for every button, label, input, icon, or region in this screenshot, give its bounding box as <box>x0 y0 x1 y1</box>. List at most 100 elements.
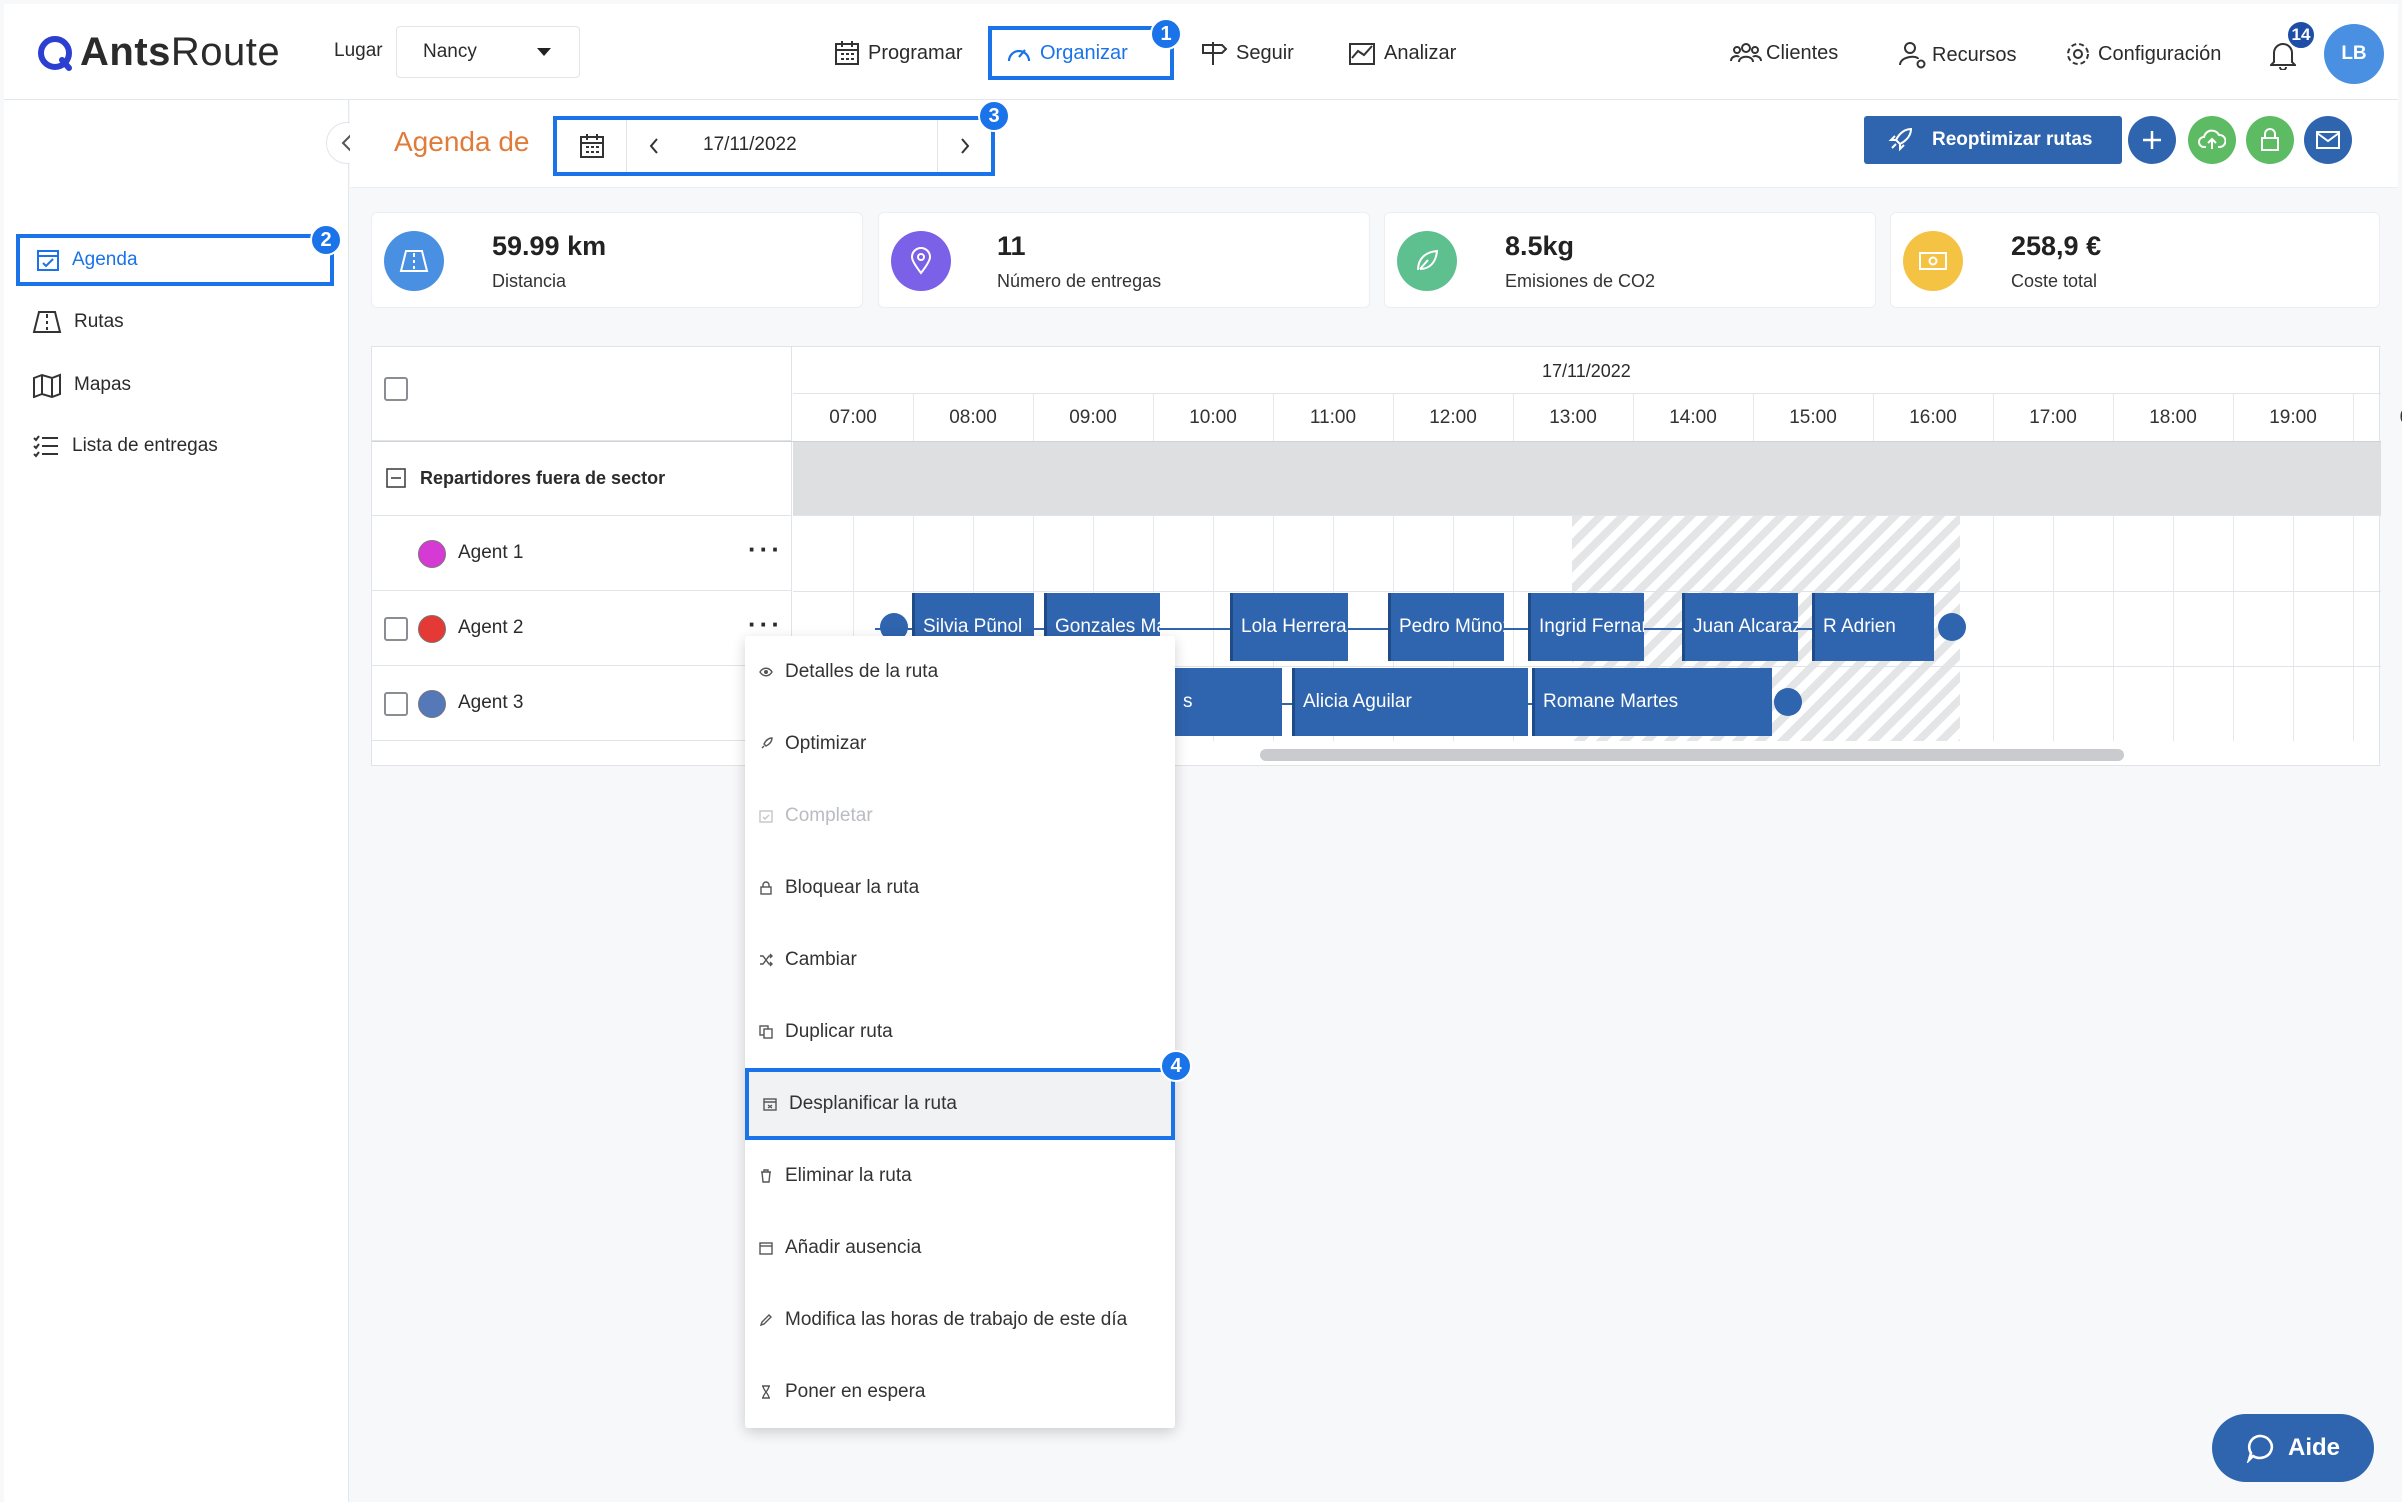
agent-checkbox[interactable] <box>384 692 408 716</box>
half-hour-gridline <box>2053 516 2054 741</box>
sidebar-item-agenda[interactable]: Agenda <box>16 234 334 286</box>
more-options-icon[interactable]: ··· <box>748 534 783 565</box>
agent-row-3[interactable]: Agent 3 <box>372 666 792 741</box>
stat-value: 59.99 km <box>492 231 607 261</box>
route-end-dot[interactable] <box>1774 688 1802 716</box>
email-button[interactable] <box>2304 116 2352 164</box>
collapse-group-icon[interactable] <box>386 468 406 488</box>
agent-row-1[interactable]: Agent 1 ··· <box>372 516 792 591</box>
hours-row: 07:00 08:00 09:00 10:00 11:00 12:00 13:00 14:00… <box>793 393 2402 441</box>
menu-item-completar: Completar <box>745 780 1175 852</box>
chat-bubble-icon <box>2246 1434 2274 1463</box>
hour-label: 07:00 <box>829 407 877 428</box>
stat-card-deliveries: 11 Número de entregas <box>878 212 1370 308</box>
menu-item-desplanificar[interactable]: Desplanificar la ruta <box>745 1068 1175 1140</box>
grid-corner <box>372 347 792 441</box>
nav-configuracion[interactable]: Configuración <box>2064 40 2221 68</box>
calendar-button[interactable] <box>557 120 627 172</box>
reoptimize-label: Reoptimizar rutas <box>1932 129 2093 150</box>
lock-button[interactable] <box>2246 116 2294 164</box>
stop-bar[interactable]: Lola Herrera <box>1230 593 1348 661</box>
top-navbar: AntsRoute Lugar Nancy Programar Organiza… <box>4 4 2398 100</box>
nav-organizar[interactable]: Organizar <box>988 26 1174 80</box>
nav-analizar-label: Analizar <box>1384 41 1457 64</box>
lock-icon <box>760 881 772 895</box>
checklist-icon <box>33 435 58 458</box>
date-value[interactable]: 17/11/2022 <box>703 134 797 156</box>
nav-clientes[interactable]: Clientes <box>1730 40 1838 66</box>
menu-item-optimizar[interactable]: Optimizar <box>745 708 1175 780</box>
stat-value: 258,9 € <box>2011 231 2102 261</box>
lugar-value: Nancy <box>423 41 477 62</box>
map-pin-icon <box>33 373 61 398</box>
nav-programar[interactable]: Programar <box>834 40 962 66</box>
menu-item-label: Desplanificar la ruta <box>789 1093 957 1114</box>
lock-icon <box>2261 128 2279 151</box>
half-hour-gridline <box>2353 516 2354 741</box>
prev-day-button[interactable] <box>629 120 679 172</box>
menu-item-ausencia[interactable]: Añadir ausencia <box>745 1212 1175 1284</box>
hour-label: 14:00 <box>1669 407 1717 428</box>
stop-bar[interactable]: Juan Alcaraz <box>1682 593 1798 661</box>
menu-item-duplicar[interactable]: Duplicar ruta <box>745 996 1175 1068</box>
menu-item-label: Cambiar <box>785 949 857 970</box>
nav-seguir[interactable]: Seguir <box>1200 40 1294 66</box>
hour-label: 18:00 <box>2149 407 2197 428</box>
agent-checkbox[interactable] <box>384 617 408 641</box>
calendar-grid-icon <box>835 41 859 65</box>
row-divider <box>793 591 2381 592</box>
sidebar-item-mapas[interactable]: Mapas <box>32 372 131 398</box>
shuffle-icon <box>760 953 773 967</box>
nav-analizar[interactable]: Analizar <box>1348 40 1456 66</box>
help-chat-button[interactable]: Aide <box>2212 1414 2374 1482</box>
menu-item-bloquear[interactable]: Bloquear la ruta <box>745 852 1175 924</box>
nav-recursos[interactable]: Recursos <box>1898 40 2016 70</box>
stat-value: 11 <box>997 231 1026 261</box>
add-button[interactable] <box>2128 116 2176 164</box>
menu-item-label: Completar <box>785 805 873 826</box>
stop-bar[interactable]: R Adrien <box>1812 593 1934 661</box>
callout-1: 1 <box>1150 18 1182 50</box>
nav-programar-label: Programar <box>868 41 963 64</box>
calendar-icon <box>759 1242 773 1255</box>
analytics-chart-icon <box>1349 43 1375 65</box>
calendar-check-icon <box>759 810 773 823</box>
help-label: Aide <box>2288 1434 2341 1461</box>
route-end-dot[interactable] <box>1938 613 1966 641</box>
avatar[interactable]: LB <box>2324 24 2384 84</box>
select-all-checkbox[interactable] <box>384 377 408 401</box>
sidebar-item-rutas[interactable]: Rutas <box>32 310 124 334</box>
money-icon <box>1903 231 1963 291</box>
horizontal-scrollbar[interactable] <box>1260 749 2124 761</box>
lugar-select[interactable]: Nancy <box>396 26 580 78</box>
callout-4: 4 <box>1160 1050 1192 1082</box>
hour-label: 13:00 <box>1549 407 1597 428</box>
trash-icon <box>761 1169 771 1183</box>
stop-bar[interactable]: s <box>1172 668 1282 736</box>
agent-row-2[interactable]: Agent 2 ··· <box>372 591 792 666</box>
menu-item-detalles[interactable]: Detalles de la ruta <box>745 636 1175 708</box>
menu-item-modificar-horas[interactable]: Modifica las horas de trabajo de este dí… <box>745 1284 1175 1356</box>
stop-bar[interactable]: Pedro Mũnoz <box>1388 593 1504 661</box>
caret-down-icon <box>537 48 551 56</box>
half-hour-gridline <box>2173 516 2174 741</box>
sidebar-item-label: Rutas <box>74 311 124 332</box>
sidebar-item-label: Mapas <box>74 374 132 395</box>
stop-bar[interactable]: Ingrid Fernar <box>1528 593 1644 661</box>
menu-item-espera[interactable]: Poner en espera <box>745 1356 1175 1428</box>
stat-label: Distancia <box>492 271 567 291</box>
logo[interactable]: AntsRoute <box>36 30 280 75</box>
reoptimize-routes-button[interactable]: Reoptimizar rutas <box>1864 116 2122 164</box>
nav-clientes-label: Clientes <box>1766 41 1839 64</box>
upload-button[interactable] <box>2188 116 2236 164</box>
road-icon <box>384 231 444 291</box>
stat-value: 8.5kg <box>1505 231 1575 261</box>
calendar-check-icon <box>37 250 59 271</box>
menu-item-eliminar[interactable]: Eliminar la ruta <box>745 1140 1175 1212</box>
menu-item-cambiar[interactable]: Cambiar <box>745 924 1175 996</box>
stop-bar[interactable]: Alicia Aguilar <box>1292 668 1528 736</box>
logo-icon <box>38 35 72 71</box>
mail-icon <box>2316 131 2340 149</box>
sidebar-item-lista-entregas[interactable]: Lista de entregas <box>32 434 218 458</box>
stop-bar[interactable]: Romane Martes <box>1532 668 1772 736</box>
